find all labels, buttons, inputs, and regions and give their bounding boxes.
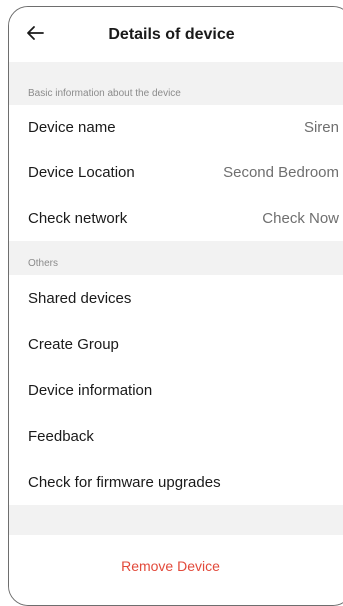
remove-device-container: Remove Device [9, 535, 343, 605]
section-label-basic: Basic information about the device [28, 88, 181, 99]
create-group-row[interactable]: Create Group [9, 321, 343, 367]
others-group: Shared devices Create Group Device infor… [9, 275, 343, 505]
section-label-others: Others [28, 258, 59, 269]
row-label: Shared devices [28, 289, 132, 307]
row-value: Check Now [262, 209, 339, 227]
row-label: Check for firmware upgrades [28, 473, 221, 491]
basic-info-group: Device name Siren Device Location Second… [9, 105, 343, 241]
header: Details of device [9, 7, 343, 62]
firmware-upgrades-row[interactable]: Check for firmware upgrades [9, 459, 343, 505]
row-label: Device name [28, 118, 116, 136]
device-location-row[interactable]: Device Location Second Bedroom [9, 149, 343, 195]
device-name-row[interactable]: Device name Siren [9, 105, 343, 149]
feedback-row[interactable]: Feedback [9, 413, 343, 459]
row-label: Device Location [28, 163, 135, 181]
page-title: Details of device [108, 26, 235, 43]
remove-device-button[interactable]: Remove Device [9, 558, 332, 574]
row-label: Feedback [28, 427, 94, 445]
check-network-row[interactable]: Check network Check Now [9, 195, 343, 241]
row-label: Device information [28, 381, 153, 399]
row-value: Siren [303, 118, 339, 136]
shared-devices-row[interactable]: Shared devices [9, 275, 343, 321]
row-label: Check network [28, 209, 128, 227]
phone-frame: Details of device Basic information abou… [8, 6, 343, 606]
device-information-row[interactable]: Device information [9, 367, 343, 413]
row-label: Create Group [28, 335, 119, 353]
row-value: Second Bedroom [223, 163, 339, 181]
